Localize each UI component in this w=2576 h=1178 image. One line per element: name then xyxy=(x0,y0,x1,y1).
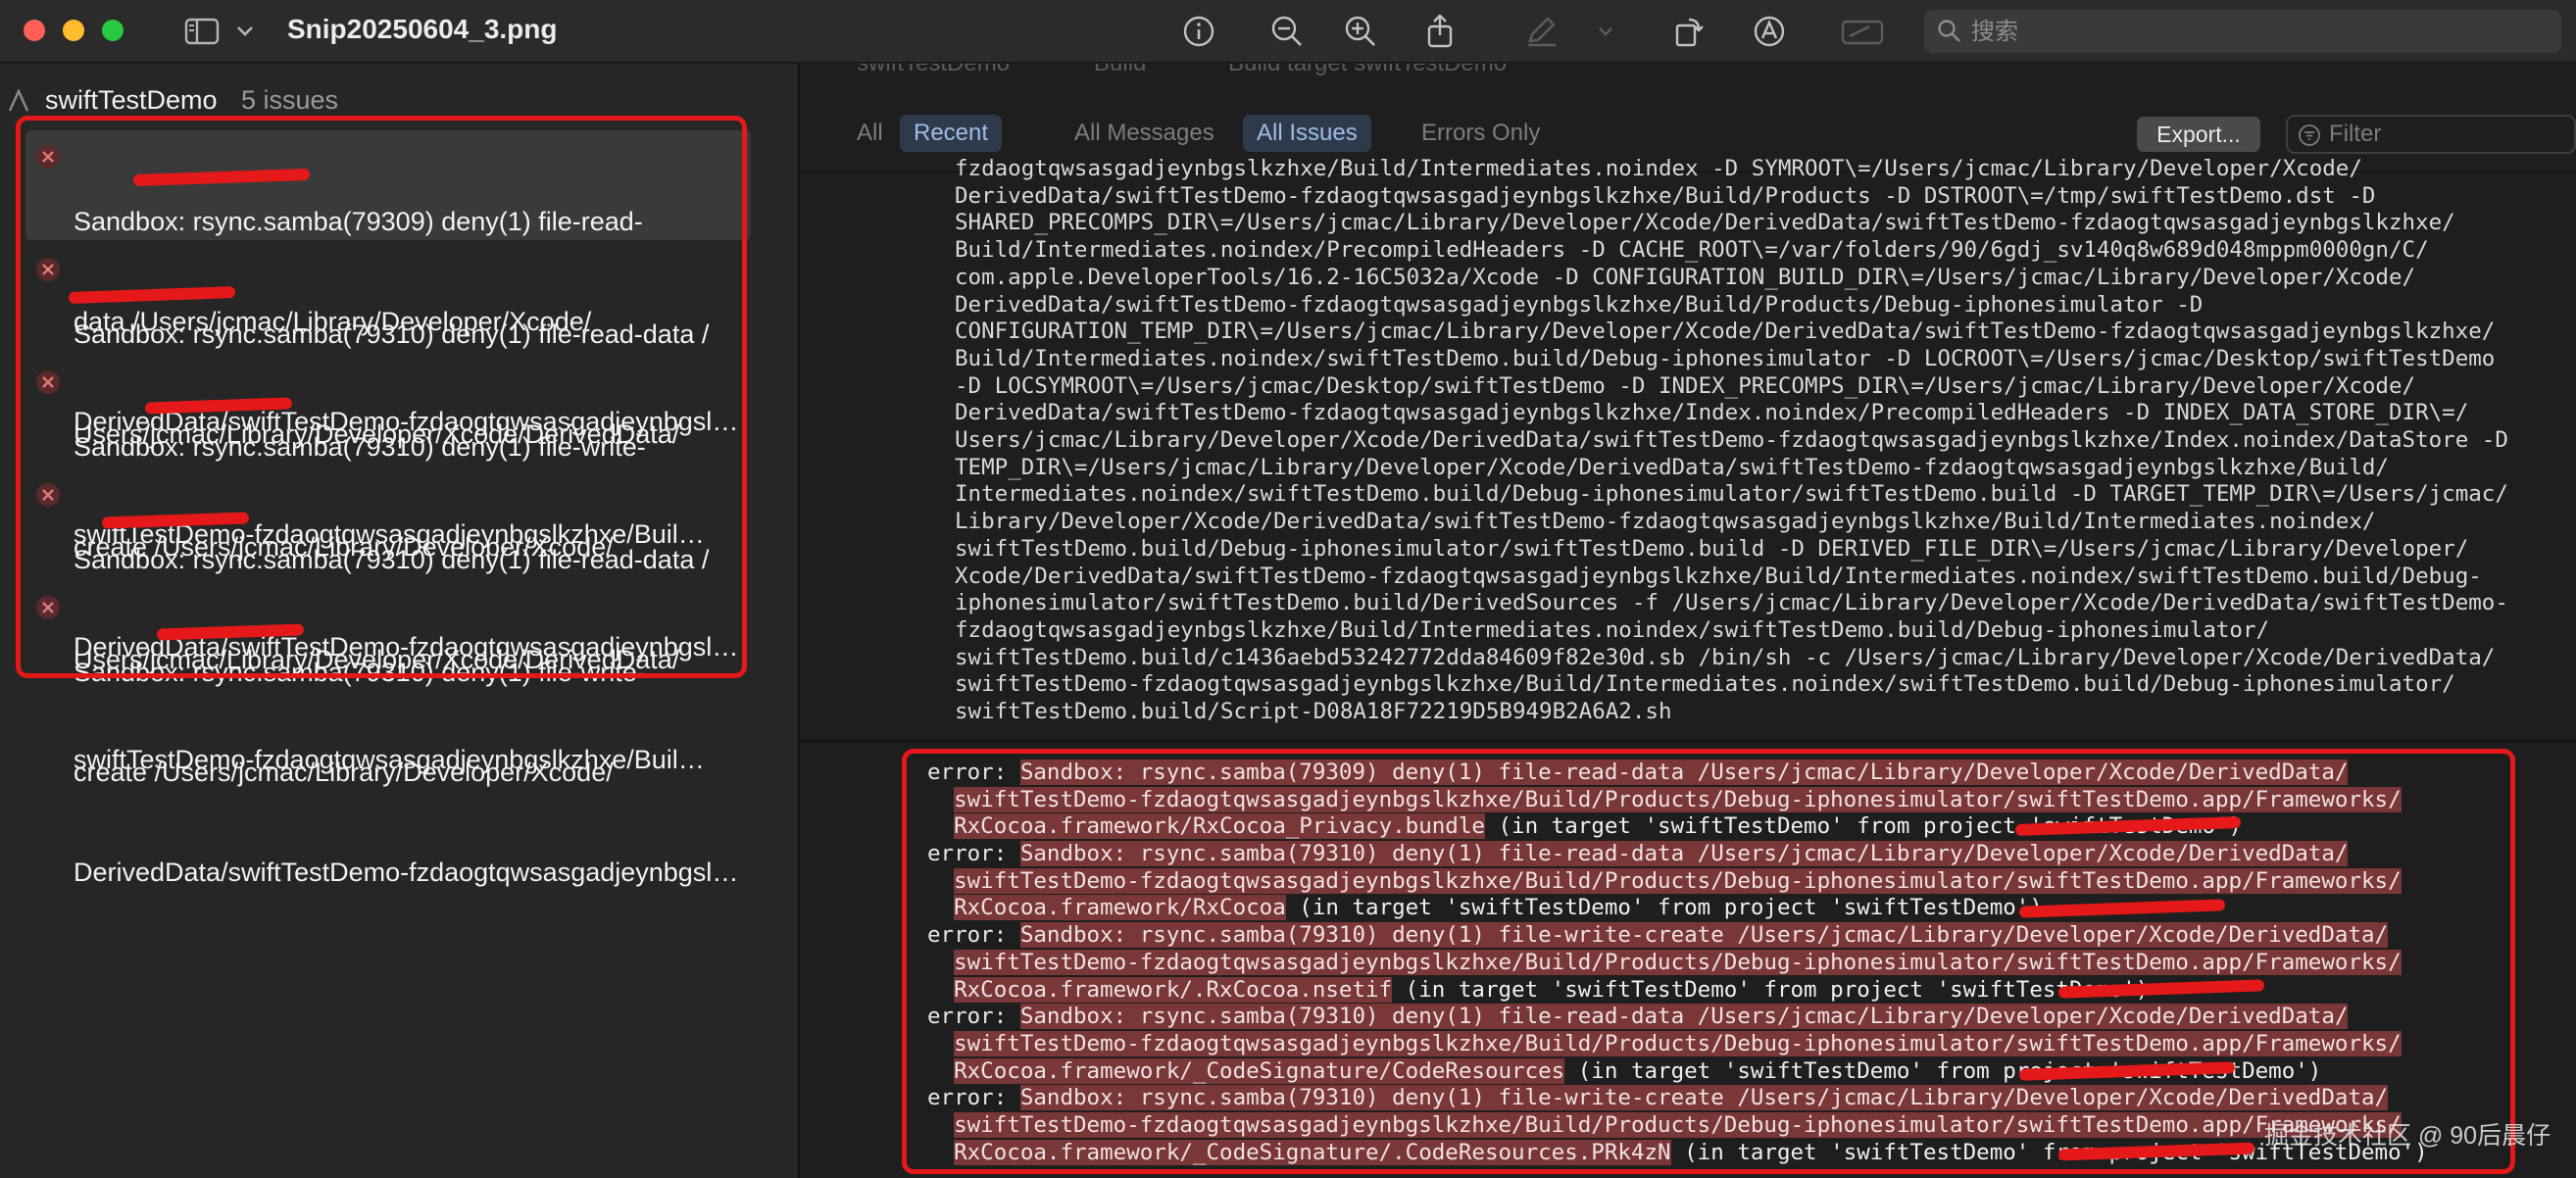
signature-icon[interactable] xyxy=(1840,12,1887,51)
log-line: com.apple.DeveloperTools/16.2-16C5032a/X… xyxy=(955,264,2416,290)
search-field[interactable] xyxy=(1924,10,2561,53)
project-icon xyxy=(8,89,29,112)
breadcrumb: swiftTestDemo Build Build target swiftTe… xyxy=(800,64,2576,89)
window-title: Snip20250604_3.png xyxy=(287,14,558,44)
log-line: iphonesimulator/swiftTestDemo.build/Deri… xyxy=(955,590,2508,616)
filter-field[interactable] xyxy=(2286,115,2576,154)
markup-icon[interactable] xyxy=(1522,12,1561,51)
log-line: TEMP_DIR\=/Users/jcmac/Library/Developer… xyxy=(955,454,2389,480)
rotate-icon[interactable] xyxy=(1669,12,1709,51)
issue-count: 5 issues xyxy=(241,85,339,115)
annotate-icon[interactable] xyxy=(1750,12,1789,51)
zoom-window-button[interactable] xyxy=(102,20,124,41)
issue-navigator: swiftTestDemo 5 issues Sandbox: rsync.sa… xyxy=(0,64,800,1178)
highlight-box xyxy=(16,116,747,678)
log-line: Build/Intermediates.noindex/PrecompiledH… xyxy=(955,237,2429,264)
info-icon[interactable] xyxy=(1179,12,1218,51)
breadcrumb-target[interactable]: Build target swiftTestDemo xyxy=(1228,64,1507,77)
log-line: DerivedData/swiftTestDemo-fzdaogtqwsasga… xyxy=(955,182,2376,209)
log-line: swiftTestDemo.build/c1436aebd53242772dda… xyxy=(955,644,2496,670)
search-icon xyxy=(1938,20,1960,42)
log-line: swiftTestDemo.build/Debug-iphonesimulato… xyxy=(955,535,2469,562)
zoom-out-icon[interactable] xyxy=(1267,12,1307,51)
window-toolbar: Snip20250604_3.png xyxy=(0,0,2576,63)
issue-line: create /Users/jcmac/Library/Developer/Xc… xyxy=(74,758,614,787)
breadcrumb-project[interactable]: swiftTestDemo xyxy=(857,64,1010,77)
search-input[interactable] xyxy=(1971,17,2520,46)
filter-recent[interactable]: Recent xyxy=(900,115,1003,152)
log-line: CONFIGURATION_TEMP_DIR\=/Users/jcmac/Lib… xyxy=(955,319,2496,345)
filter-all-issues[interactable]: All Issues xyxy=(1243,115,1371,152)
breadcrumb-build[interactable]: Build xyxy=(1094,64,1146,77)
highlight-box xyxy=(902,749,2515,1174)
log-line: SHARED_PRECOMPS_DIR\=/Users/jcmac/Librar… xyxy=(955,210,2455,236)
filter-all[interactable]: All xyxy=(843,115,897,152)
log-line: fzdaogtqwsasgadjeynbgslkzhxe/Build/Inter… xyxy=(955,156,2362,181)
chevron-down-icon[interactable] xyxy=(231,12,259,51)
log-line: DerivedData/swiftTestDemo-fzdaogtqwsasga… xyxy=(955,291,2204,318)
filter-errors-only[interactable]: Errors Only xyxy=(1408,115,1554,152)
log-line: Xcode/DerivedData/swiftTestDemo-fzdaogtq… xyxy=(955,563,2482,589)
filter-all-messages[interactable]: All Messages xyxy=(1061,115,1228,152)
log-line: fzdaogtqwsasgadjeynbgslkzhxe/Build/Inter… xyxy=(955,616,2270,643)
divider xyxy=(800,740,2576,742)
log-line: Build/Intermediates.noindex/swiftTestDem… xyxy=(955,345,2496,371)
log-filter-bar: All Recent All Messages All Issues Error… xyxy=(800,115,2576,156)
zoom-in-icon[interactable] xyxy=(1341,12,1380,51)
log-line: DerivedData/swiftTestDemo-fzdaogtqwsasga… xyxy=(955,400,2469,426)
project-name: swiftTestDemo xyxy=(45,85,218,115)
filter-input[interactable] xyxy=(2329,121,2564,148)
export-button[interactable]: Export... xyxy=(2137,117,2260,152)
share-icon[interactable] xyxy=(1420,12,1460,51)
log-line: swiftTestDemo-fzdaogtqwsasgadjeynbgslkzh… xyxy=(955,671,2455,698)
issue-line: DerivedData/swiftTestDemo-fzdaogtqwsasga… xyxy=(74,858,740,887)
sidebar-toggle-icon[interactable] xyxy=(182,12,222,51)
markup-chevron-down-icon[interactable] xyxy=(1594,12,1617,51)
close-window-button[interactable] xyxy=(24,20,45,41)
watermark: 掘金技术社区 @ 90后晨仔 xyxy=(2264,1122,2551,1150)
log-line: -D LOCSYMROOT\=/Users/jcmac/Desktop/swif… xyxy=(955,372,2416,399)
minimize-window-button[interactable] xyxy=(63,20,84,41)
filter-icon xyxy=(2299,124,2320,146)
log-line: Intermediates.noindex/swiftTestDemo.buil… xyxy=(955,481,2508,508)
log-line: Users/jcmac/Library/Developer/Xcode/Deri… xyxy=(955,427,2508,454)
log-line: swiftTestDemo.build/Script-D08A18F72219D… xyxy=(955,699,1672,725)
log-line: Library/Developer/Xcode/DerivedData/swif… xyxy=(955,509,2376,535)
build-command-log: fzdaogtqwsasgadjeynbgslkzhxe/Build/Inter… xyxy=(955,156,2572,726)
